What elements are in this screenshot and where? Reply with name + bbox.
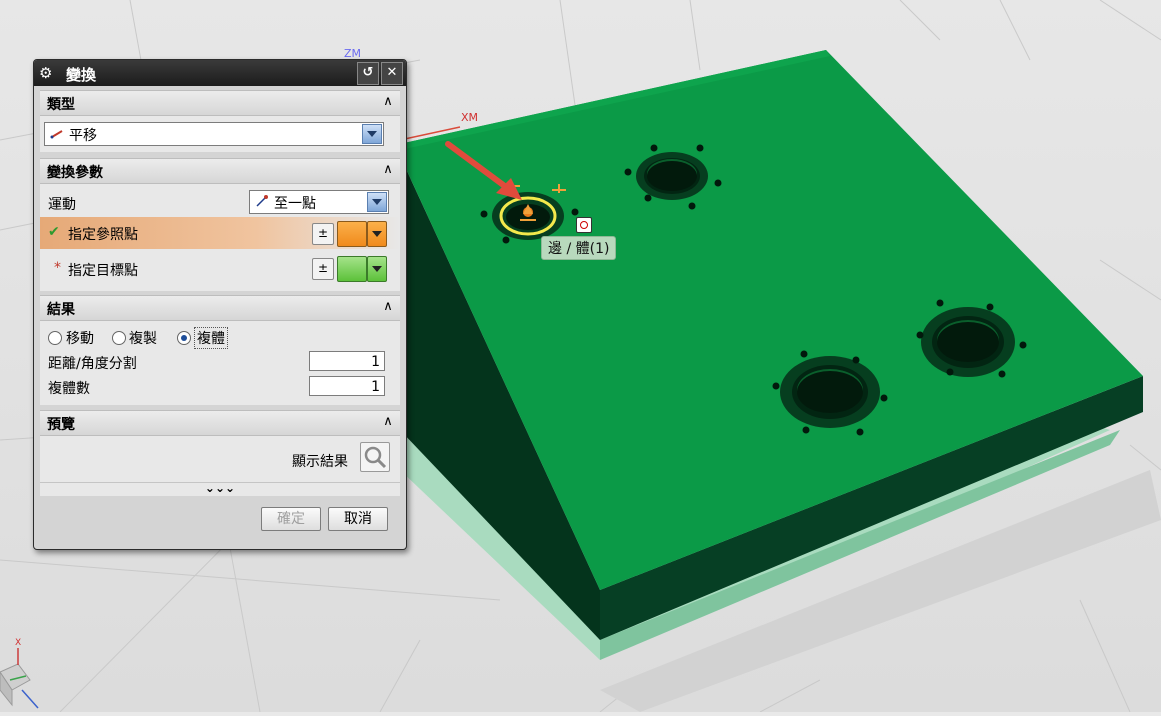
- type-select-value: 平移: [69, 128, 97, 144]
- xm-axis-label: XM: [461, 111, 479, 124]
- point-dialog-button[interactable]: ±: [312, 258, 334, 280]
- chevron-down-icon[interactable]: [362, 124, 382, 144]
- instance-count-input[interactable]: 1: [309, 376, 385, 396]
- instance-count-label: 複體數: [48, 381, 90, 397]
- show-result-label: 顯示結果: [292, 454, 348, 470]
- ref-point-label: 指定參照點: [68, 227, 138, 243]
- params-section-title: 變換參數: [47, 165, 103, 181]
- hole-group-3: [921, 307, 1015, 377]
- preview-section-body: 顯示結果: [40, 436, 400, 482]
- required-marker: *: [54, 260, 61, 276]
- collapse-icon[interactable]: ∧: [380, 413, 396, 431]
- gear-icon[interactable]: ⚙: [39, 64, 55, 82]
- point-to-point-icon: [256, 195, 268, 207]
- magnifier-icon: [364, 446, 387, 469]
- translate-icon: [50, 130, 63, 139]
- radio-instance-label: 複體: [194, 327, 228, 349]
- hole-group-4: [780, 356, 880, 428]
- chevron-down-icon[interactable]: [367, 192, 387, 212]
- target-point-label: 指定目標點: [68, 263, 138, 279]
- cancel-button[interactable]: 取消: [328, 507, 388, 531]
- more-options-toggle[interactable]: ⌄⌄⌄: [40, 482, 400, 496]
- reset-icon[interactable]: ↺: [357, 62, 379, 85]
- collapse-icon[interactable]: ∧: [380, 298, 396, 316]
- result-section-header[interactable]: 結果 ∧: [40, 295, 400, 321]
- transform-dialog: ⚙ 變換 ↺ ✕ 類型 ∧ 平移 變換參數 ∧ 運動 至一點 ✔ 指定參照點 ±: [33, 59, 407, 550]
- params-section-body: 運動 至一點 ✔ 指定參照點 ± * 指定目標點 ±: [40, 184, 400, 291]
- distance-angle-input[interactable]: 1: [309, 351, 385, 371]
- point-snap-icon: [576, 217, 592, 233]
- selection-tooltip: 邊 / 體(1): [541, 236, 617, 260]
- collapse-icon[interactable]: ∧: [380, 161, 396, 179]
- type-section-title: 類型: [47, 97, 75, 113]
- radio-copy-label: 複製: [129, 331, 157, 347]
- result-section-body: 移動 複製 複體 距離/角度分割 1 複體數 1: [40, 321, 400, 405]
- radio-copy[interactable]: [112, 331, 126, 345]
- chevron-down-icon[interactable]: [367, 221, 387, 247]
- motion-select[interactable]: 至一點: [249, 190, 389, 214]
- check-icon: ✔: [48, 224, 60, 240]
- target-point-row[interactable]: * 指定目標點 ±: [40, 252, 400, 284]
- radio-move[interactable]: [48, 331, 62, 345]
- ref-point-row[interactable]: ✔ 指定參照點 ±: [40, 217, 400, 249]
- params-section-header[interactable]: 變換參數 ∧: [40, 158, 400, 184]
- type-section-header[interactable]: 類型 ∧: [40, 90, 400, 116]
- dialog-title: 變換: [66, 66, 97, 84]
- result-section-title: 結果: [47, 302, 75, 318]
- chevron-down-icon[interactable]: [367, 256, 387, 282]
- hole-group-1: [636, 152, 708, 200]
- ok-button[interactable]: 確定: [261, 507, 321, 531]
- inferred-point-icon[interactable]: [337, 221, 367, 247]
- motion-label: 運動: [48, 197, 76, 213]
- inferred-point-icon[interactable]: [337, 256, 367, 282]
- dialog-titlebar[interactable]: ⚙ 變換 ↺ ✕: [34, 60, 406, 86]
- distance-angle-label: 距離/角度分割: [48, 356, 137, 372]
- type-section-body: 平移: [40, 116, 400, 152]
- preview-section-header[interactable]: 預覽 ∧: [40, 410, 400, 436]
- motion-select-value: 至一點: [274, 196, 316, 212]
- type-select[interactable]: 平移: [44, 122, 384, 146]
- collapse-icon[interactable]: ∧: [380, 93, 396, 111]
- radio-instance[interactable]: [177, 331, 191, 345]
- point-dialog-button[interactable]: ±: [312, 223, 334, 245]
- x-axis-label: X: [15, 638, 22, 648]
- radio-move-label: 移動: [66, 331, 94, 347]
- close-icon[interactable]: ✕: [381, 62, 403, 85]
- show-result-button[interactable]: [360, 442, 390, 472]
- preview-section-title: 預覽: [47, 417, 75, 433]
